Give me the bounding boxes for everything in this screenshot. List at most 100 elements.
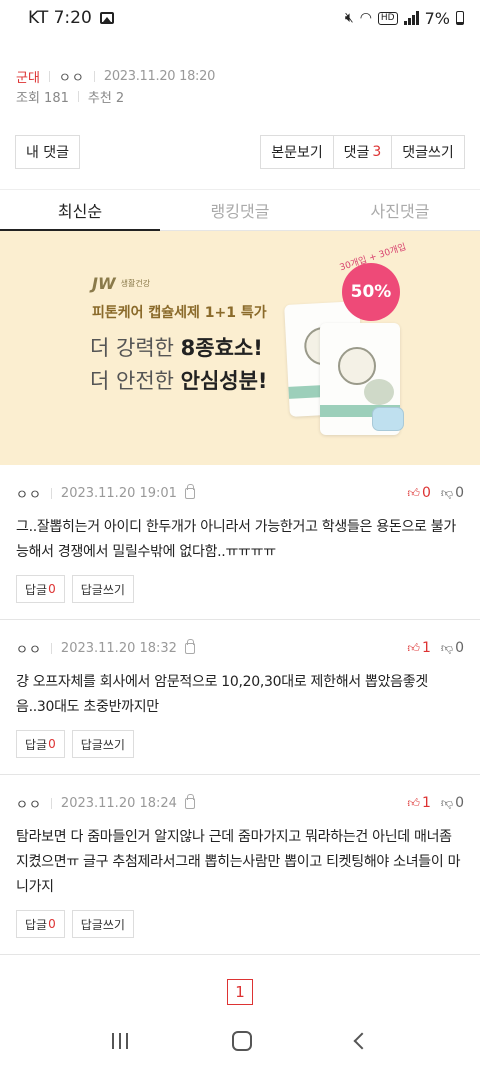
comment-votes: 👍︎ 1 👎︎ 0 bbox=[407, 795, 464, 811]
reply-label: 답글 bbox=[25, 582, 48, 597]
ad-logo-mark: JW bbox=[92, 274, 116, 293]
comment-date: 2023.11.20 19:01 bbox=[60, 485, 177, 501]
divider bbox=[93, 70, 95, 82]
ad-banner[interactable]: JW 생활건강 피톤케어 캡슐세제 1+1 특가 더 강력한 8종효소! 더 안… bbox=[0, 231, 480, 465]
tab-latest[interactable]: 최신순 bbox=[0, 190, 160, 231]
ad-line-3: 더 안전한 안심성분! bbox=[90, 365, 268, 395]
ad-headline: 피톤케어 캡슐세제 1+1 특가 bbox=[92, 305, 267, 321]
comment-header: ㅇㅇ 2023.11.20 19:01 👍︎ 0 👎︎ 0 bbox=[16, 479, 464, 507]
user-icon bbox=[184, 793, 195, 809]
thumbs-up-icon: 👍︎ bbox=[407, 795, 420, 810]
post-meta: 군대 ㅇㅇ 2023.11.20 18:20 조회 181 추천 2 bbox=[0, 36, 480, 106]
comment-author[interactable]: ㅇㅇ bbox=[16, 639, 42, 658]
view-body-button[interactable]: 본문보기 bbox=[260, 135, 333, 169]
reply-label: 답글 bbox=[25, 737, 48, 752]
post-meta-row-1: 군대 ㅇㅇ 2023.11.20 18:20 bbox=[16, 66, 464, 86]
upvote-count: 0 bbox=[421, 485, 431, 501]
reply-count: 0 bbox=[48, 582, 56, 596]
comment-date: 2023.11.20 18:32 bbox=[60, 640, 177, 656]
post-date: 2023.11.20 18:20 bbox=[103, 68, 216, 84]
divider bbox=[50, 797, 52, 809]
comment-actions: 답글 0 답글쓰기 bbox=[16, 575, 464, 603]
reply-button[interactable]: 답글 0 bbox=[16, 910, 65, 938]
upvote-button[interactable]: 👍︎ 1 bbox=[407, 795, 430, 811]
comment-action-row: 내 댓글 본문보기 댓글 3 댓글쓰기 bbox=[0, 135, 480, 169]
thumbs-up-icon: 👍︎ bbox=[407, 640, 420, 655]
ad-pack-leaves bbox=[364, 379, 394, 405]
write-comment-button[interactable]: 댓글쓰기 bbox=[391, 135, 465, 169]
ad-logo-text: 생활건강 bbox=[120, 279, 151, 288]
comment-body: 그..잘뽑히는거 아이디 한두개가 아니라서 가능한거고 학생들은 용돈으로 불… bbox=[16, 519, 456, 560]
comment-item: ㅇㅇ 2023.11.20 19:01 👍︎ 0 👎︎ 0 그..잘뽑히는거 아이디… bbox=[0, 479, 480, 620]
comment-date: 2023.11.20 18:24 bbox=[60, 795, 177, 811]
comment-actions: 답글 0 답글쓰기 bbox=[16, 730, 464, 758]
ad-line-3-prefix: 더 안전한 bbox=[90, 369, 181, 393]
downvote-button[interactable]: 👎︎ 0 bbox=[441, 795, 464, 811]
comments-button-label: 댓글 bbox=[343, 145, 370, 161]
pagination: 1 bbox=[0, 979, 480, 1005]
comments-count: 3 bbox=[372, 144, 382, 160]
downvote-count: 0 bbox=[455, 485, 464, 501]
ad-line-2-bold: 8종효소! bbox=[180, 336, 263, 360]
downvote-count: 0 bbox=[455, 640, 464, 656]
thumbs-down-icon: 👎︎ bbox=[440, 640, 454, 655]
post-views: 조회 181 bbox=[16, 90, 69, 106]
comment-meta: ㅇㅇ 2023.11.20 18:32 bbox=[16, 638, 195, 658]
write-reply-button[interactable]: 답글쓰기 bbox=[71, 910, 134, 938]
write-reply-button[interactable]: 답글쓰기 bbox=[71, 575, 134, 603]
reply-count: 0 bbox=[48, 737, 56, 751]
signal-icon bbox=[403, 11, 419, 25]
ad-logo: JW 생활건강 bbox=[92, 274, 150, 293]
comment-sort-tabs: 최신순 랭킹댓글 사진댓글 bbox=[0, 189, 480, 231]
back-icon[interactable] bbox=[353, 1032, 371, 1050]
hd-icon: HD bbox=[377, 11, 398, 25]
mute-icon: 🔇︎ bbox=[344, 10, 354, 26]
carrier-time: KT 7:20 bbox=[28, 8, 92, 28]
battery-icon bbox=[456, 11, 464, 25]
comments-button[interactable]: 댓글 3 bbox=[333, 135, 391, 169]
status-right: 🔇︎ ◠ HD 7% bbox=[345, 9, 464, 28]
user-icon bbox=[184, 638, 195, 654]
reply-button[interactable]: 답글 0 bbox=[16, 730, 65, 758]
wifi-icon: ◠ bbox=[359, 10, 372, 26]
reply-label: 답글 bbox=[25, 917, 48, 932]
write-reply-button[interactable]: 답글쓰기 bbox=[71, 730, 134, 758]
ad-line-3-bold: 안심성분! bbox=[180, 369, 268, 393]
thumbs-down-icon: 👎︎ bbox=[440, 485, 454, 500]
my-comments-button[interactable]: 내 댓글 bbox=[15, 135, 80, 169]
comment-votes: 👍︎ 1 👎︎ 0 bbox=[407, 640, 464, 656]
downvote-count: 0 bbox=[455, 795, 464, 811]
reply-button[interactable]: 답글 0 bbox=[16, 575, 65, 603]
post-recommend: 추천 2 bbox=[87, 90, 125, 106]
comment-list: ㅇㅇ 2023.11.20 19:01 👍︎ 0 👎︎ 0 그..잘뽑히는거 아이디… bbox=[0, 479, 480, 955]
home-icon[interactable] bbox=[232, 1031, 252, 1051]
user-icon bbox=[184, 483, 195, 499]
upvote-count: 1 bbox=[421, 795, 431, 811]
page-number-current[interactable]: 1 bbox=[227, 979, 253, 1005]
comment-header: ㅇㅇ 2023.11.20 18:24 👍︎ 1 👎︎ 0 bbox=[16, 789, 464, 817]
comment-item: ㅇㅇ 2023.11.20 18:24 👍︎ 1 👎︎ 0 탐라보면 다 줌마들인거… bbox=[0, 789, 480, 955]
upvote-button[interactable]: 👍︎ 1 bbox=[407, 640, 430, 656]
comment-body: 탐라보면 다 줌마들인거 알지않나 근데 줌마가지고 뭐라하는건 아닌데 매너좀… bbox=[16, 829, 461, 895]
comment-author[interactable]: ㅇㅇ bbox=[16, 484, 42, 503]
divider bbox=[77, 90, 79, 102]
ad-line-2-prefix: 더 강력한 bbox=[90, 336, 181, 360]
comment-meta: ㅇㅇ 2023.11.20 18:24 bbox=[16, 793, 195, 813]
ad-capsule-image bbox=[372, 407, 404, 431]
post-category[interactable]: 군대 bbox=[16, 67, 40, 86]
gallery-notification-icon bbox=[99, 12, 114, 24]
tab-ranking[interactable]: 랭킹댓글 bbox=[160, 190, 320, 230]
thumbs-up-icon: 👍︎ bbox=[407, 485, 420, 500]
tab-photo[interactable]: 사진댓글 bbox=[320, 190, 480, 230]
status-bar: KT 7:20 🔇︎ ◠ HD 7% bbox=[0, 0, 480, 36]
comment-author[interactable]: ㅇㅇ bbox=[16, 794, 42, 813]
downvote-button[interactable]: 👎︎ 0 bbox=[441, 485, 464, 501]
upvote-button[interactable]: 👍︎ 0 bbox=[407, 485, 430, 501]
post-author[interactable]: ㅇㅇ bbox=[59, 67, 85, 86]
comment-meta: ㅇㅇ 2023.11.20 19:01 bbox=[16, 483, 195, 503]
upvote-count: 1 bbox=[421, 640, 431, 656]
recent-apps-icon[interactable] bbox=[112, 1033, 128, 1049]
downvote-button[interactable]: 👎︎ 0 bbox=[441, 640, 464, 656]
comment-header: ㅇㅇ 2023.11.20 18:32 👍︎ 1 👎︎ 0 bbox=[16, 634, 464, 662]
reply-count: 0 bbox=[48, 917, 56, 931]
